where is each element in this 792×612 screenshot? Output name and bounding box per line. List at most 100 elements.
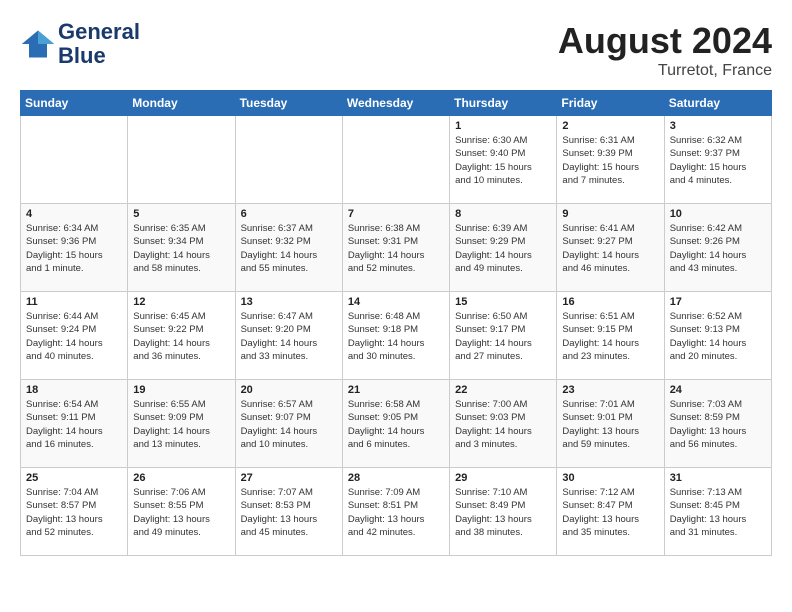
day-info: Sunrise: 6:32 AM Sunset: 9:37 PM Dayligh… [670, 134, 766, 187]
calendar-day-cell: 11 Sunrise: 6:44 AM Sunset: 9:24 PM Dayli… [21, 292, 128, 380]
day-number: 11 [26, 296, 122, 308]
day-number: 17 [670, 296, 766, 308]
day-number: 3 [670, 120, 766, 132]
calendar-day-cell: 7 Sunrise: 6:38 AM Sunset: 9:31 PM Daylig… [342, 204, 449, 292]
day-info: Sunrise: 6:58 AM Sunset: 9:05 PM Dayligh… [348, 398, 444, 451]
calendar-day-cell: 2 Sunrise: 6:31 AM Sunset: 9:39 PM Daylig… [557, 116, 664, 204]
day-number: 2 [562, 120, 658, 132]
day-info: Sunrise: 6:41 AM Sunset: 9:27 PM Dayligh… [562, 222, 658, 275]
weekday-header-sunday: Sunday [21, 91, 128, 116]
day-number: 25 [26, 472, 122, 484]
calendar-day-cell: 8 Sunrise: 6:39 AM Sunset: 9:29 PM Daylig… [450, 204, 557, 292]
day-info: Sunrise: 6:34 AM Sunset: 9:36 PM Dayligh… [26, 222, 122, 275]
calendar-day-cell [21, 116, 128, 204]
weekday-header-row: SundayMondayTuesdayWednesdayThursdayFrid… [21, 91, 772, 116]
day-number: 15 [455, 296, 551, 308]
calendar-day-cell [235, 116, 342, 204]
logo-text: General Blue [58, 20, 140, 68]
day-number: 14 [348, 296, 444, 308]
weekday-header-friday: Friday [557, 91, 664, 116]
calendar-day-cell: 12 Sunrise: 6:45 AM Sunset: 9:22 PM Dayli… [128, 292, 235, 380]
day-number: 23 [562, 384, 658, 396]
calendar-day-cell: 6Sunrise: 6:37 AM Sunset: 9:32 PM Daylig… [235, 204, 342, 292]
day-number: 12 [133, 296, 229, 308]
location: Turretot, France [558, 62, 772, 80]
day-info: Sunrise: 6:48 AM Sunset: 9:18 PM Dayligh… [348, 310, 444, 363]
day-info: Sunrise: 6:55 AM Sunset: 9:09 PM Dayligh… [133, 398, 229, 451]
day-info: Sunrise: 7:09 AM Sunset: 8:51 PM Dayligh… [348, 486, 444, 539]
calendar-day-cell: 15 Sunrise: 6:50 AM Sunset: 9:17 PM Dayli… [450, 292, 557, 380]
day-number: 10 [670, 208, 766, 220]
day-info: Sunrise: 6:44 AM Sunset: 9:24 PM Dayligh… [26, 310, 122, 363]
calendar-day-cell: 19 Sunrise: 6:55 AM Sunset: 9:09 PM Dayli… [128, 380, 235, 468]
day-number: 31 [670, 472, 766, 484]
day-number: 6 [241, 208, 337, 220]
day-info: Sunrise: 6:38 AM Sunset: 9:31 PM Dayligh… [348, 222, 444, 275]
calendar-week-row: 25Sunrise: 7:04 AM Sunset: 8:57 PM Dayli… [21, 468, 772, 556]
day-number: 30 [562, 472, 658, 484]
calendar-day-cell: 31 Sunrise: 7:13 AM Sunset: 8:45 PM Dayli… [664, 468, 771, 556]
page-header: General Blue August 2024 Turretot, Franc… [20, 20, 772, 80]
day-info: Sunrise: 6:31 AM Sunset: 9:39 PM Dayligh… [562, 134, 658, 187]
day-number: 7 [348, 208, 444, 220]
calendar-week-row: 4 Sunrise: 6:34 AM Sunset: 9:36 PM Daylig… [21, 204, 772, 292]
logo-line2: Blue [58, 44, 140, 68]
calendar-day-cell: 29Sunrise: 7:10 AM Sunset: 8:49 PM Dayli… [450, 468, 557, 556]
day-number: 5 [133, 208, 229, 220]
day-number: 19 [133, 384, 229, 396]
day-number: 27 [241, 472, 337, 484]
day-info: Sunrise: 6:50 AM Sunset: 9:17 PM Dayligh… [455, 310, 551, 363]
day-number: 1 [455, 120, 551, 132]
day-number: 24 [670, 384, 766, 396]
weekday-header-thursday: Thursday [450, 91, 557, 116]
day-info: Sunrise: 6:39 AM Sunset: 9:29 PM Dayligh… [455, 222, 551, 275]
calendar-day-cell [128, 116, 235, 204]
weekday-header-monday: Monday [128, 91, 235, 116]
calendar-day-cell: 20Sunrise: 6:57 AM Sunset: 9:07 PM Dayli… [235, 380, 342, 468]
calendar-day-cell: 21 Sunrise: 6:58 AM Sunset: 9:05 PM Dayli… [342, 380, 449, 468]
day-info: Sunrise: 7:13 AM Sunset: 8:45 PM Dayligh… [670, 486, 766, 539]
calendar-day-cell: 13Sunrise: 6:47 AM Sunset: 9:20 PM Dayli… [235, 292, 342, 380]
day-number: 8 [455, 208, 551, 220]
calendar-week-row: 1 Sunrise: 6:30 AM Sunset: 9:40 PM Daylig… [21, 116, 772, 204]
calendar-day-cell: 25Sunrise: 7:04 AM Sunset: 8:57 PM Dayli… [21, 468, 128, 556]
calendar-day-cell: 27Sunrise: 7:07 AM Sunset: 8:53 PM Dayli… [235, 468, 342, 556]
day-info: Sunrise: 6:51 AM Sunset: 9:15 PM Dayligh… [562, 310, 658, 363]
weekday-header-wednesday: Wednesday [342, 91, 449, 116]
calendar-day-cell [342, 116, 449, 204]
day-info: Sunrise: 7:12 AM Sunset: 8:47 PM Dayligh… [562, 486, 658, 539]
calendar-day-cell: 4 Sunrise: 6:34 AM Sunset: 9:36 PM Daylig… [21, 204, 128, 292]
logo-icon [20, 26, 56, 62]
day-number: 4 [26, 208, 122, 220]
day-info: Sunrise: 6:54 AM Sunset: 9:11 PM Dayligh… [26, 398, 122, 451]
day-info: Sunrise: 6:47 AM Sunset: 9:20 PM Dayligh… [241, 310, 337, 363]
calendar-week-row: 18 Sunrise: 6:54 AM Sunset: 9:11 PM Dayli… [21, 380, 772, 468]
day-info: Sunrise: 6:30 AM Sunset: 9:40 PM Dayligh… [455, 134, 551, 187]
calendar-day-cell: 14 Sunrise: 6:48 AM Sunset: 9:18 PM Dayli… [342, 292, 449, 380]
day-number: 28 [348, 472, 444, 484]
day-number: 18 [26, 384, 122, 396]
calendar-day-cell: 9 Sunrise: 6:41 AM Sunset: 9:27 PM Daylig… [557, 204, 664, 292]
day-number: 26 [133, 472, 229, 484]
day-number: 21 [348, 384, 444, 396]
title-block: August 2024 Turretot, France [558, 20, 772, 80]
calendar-day-cell: 1 Sunrise: 6:30 AM Sunset: 9:40 PM Daylig… [450, 116, 557, 204]
weekday-header-tuesday: Tuesday [235, 91, 342, 116]
calendar-day-cell: 30 Sunrise: 7:12 AM Sunset: 8:47 PM Dayli… [557, 468, 664, 556]
day-info: Sunrise: 7:00 AM Sunset: 9:03 PM Dayligh… [455, 398, 551, 451]
day-info: Sunrise: 6:45 AM Sunset: 9:22 PM Dayligh… [133, 310, 229, 363]
calendar-day-cell: 18 Sunrise: 6:54 AM Sunset: 9:11 PM Dayli… [21, 380, 128, 468]
calendar-week-row: 11 Sunrise: 6:44 AM Sunset: 9:24 PM Dayli… [21, 292, 772, 380]
day-info: Sunrise: 7:10 AM Sunset: 8:49 PM Dayligh… [455, 486, 551, 539]
day-number: 16 [562, 296, 658, 308]
calendar-day-cell: 26 Sunrise: 7:06 AM Sunset: 8:55 PM Dayli… [128, 468, 235, 556]
day-info: Sunrise: 6:52 AM Sunset: 9:13 PM Dayligh… [670, 310, 766, 363]
day-number: 9 [562, 208, 658, 220]
day-info: Sunrise: 6:57 AM Sunset: 9:07 PM Dayligh… [241, 398, 337, 451]
calendar-day-cell: 24Sunrise: 7:03 AM Sunset: 8:59 PM Dayli… [664, 380, 771, 468]
day-info: Sunrise: 7:01 AM Sunset: 9:01 PM Dayligh… [562, 398, 658, 451]
day-info: Sunrise: 7:06 AM Sunset: 8:55 PM Dayligh… [133, 486, 229, 539]
month-title: August 2024 [558, 20, 772, 62]
calendar-day-cell: 5 Sunrise: 6:35 AM Sunset: 9:34 PM Daylig… [128, 204, 235, 292]
day-info: Sunrise: 6:35 AM Sunset: 9:34 PM Dayligh… [133, 222, 229, 275]
